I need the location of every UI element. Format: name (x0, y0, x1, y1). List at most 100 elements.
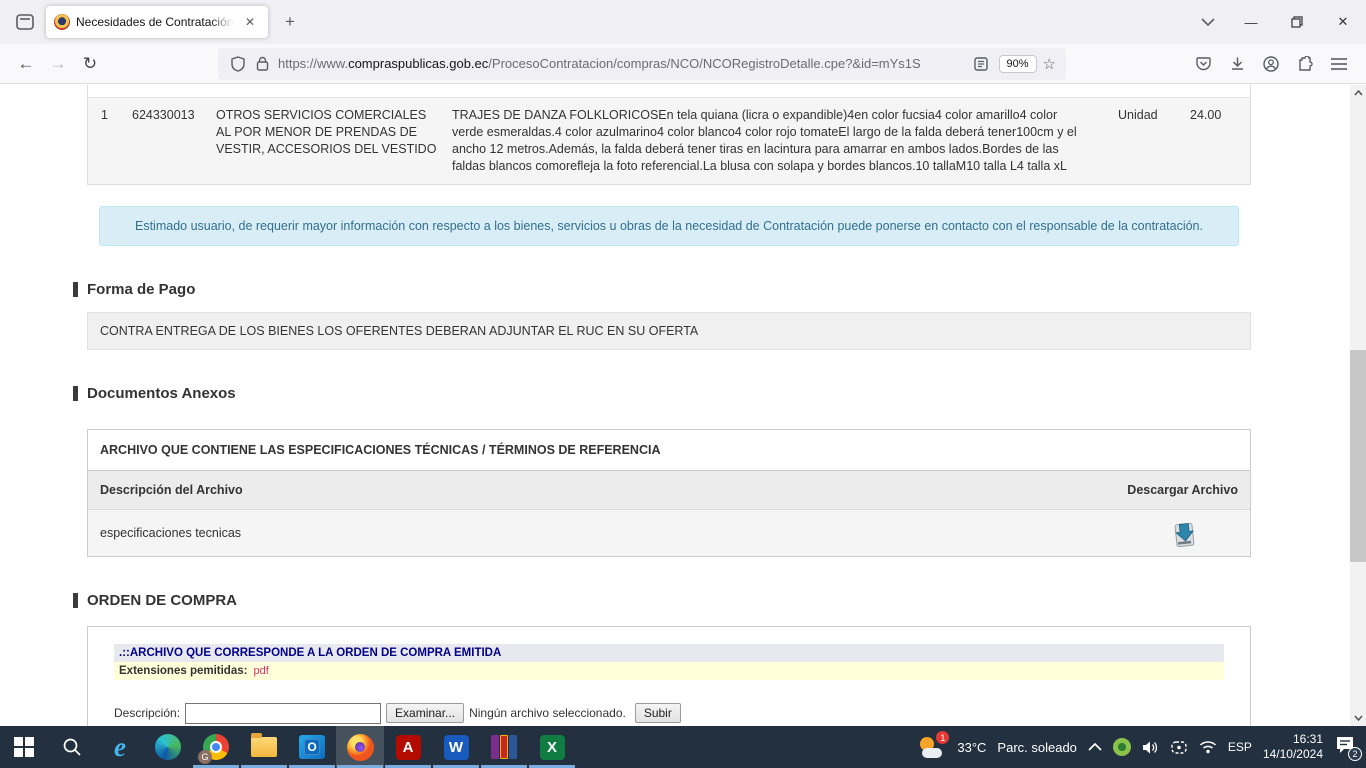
weather-badge: 1 (936, 731, 949, 744)
weather-icon[interactable]: 1 (918, 735, 946, 759)
docs-table-row: especificaciones tecnicas (88, 510, 1250, 556)
winrar-icon[interactable] (480, 726, 528, 768)
zoom-level-badge[interactable]: 90% (999, 55, 1037, 73)
docs-table-title: ARCHIVO QUE CONTIENE LAS ESPECIFICACIONE… (88, 430, 1250, 471)
docs-table-header: Descripción del Archivo Descargar Archiv… (88, 471, 1250, 510)
firefox-icon[interactable] (336, 726, 384, 768)
scrollbar-thumb[interactable] (1350, 350, 1366, 562)
section-title-documentos-anexos: Documentos Anexos (87, 385, 236, 402)
acrobat-icon[interactable]: A (384, 726, 432, 768)
meet-now-icon[interactable] (1170, 740, 1188, 755)
weather-condition-text[interactable]: Parc. soleado (997, 740, 1077, 755)
forma-de-pago-header: Forma de Pago (87, 281, 1251, 298)
firefox-view-button[interactable] (8, 8, 42, 36)
action-center-icon[interactable]: 2 (1334, 735, 1358, 759)
item-unit: Unidad (1112, 98, 1184, 184)
word-icon[interactable]: W (432, 726, 480, 768)
menu-hamburger-icon[interactable] (1322, 49, 1356, 79)
item-description: TRAJES DE DANZA FOLKLORICOSEn tela quian… (446, 98, 1112, 184)
url-path: /ProcesoContratacion/compras/NCO/NCORegi… (488, 56, 920, 71)
scroll-up-icon[interactable] (1350, 85, 1366, 101)
tab-title: Necesidades de Contratación y (76, 15, 234, 29)
taskbar: e G O A W X (0, 726, 1366, 768)
page-content: 1 624330013 OTROS SERVICIOS COMERCIALES … (0, 85, 1366, 726)
account-icon[interactable] (1254, 49, 1288, 79)
item-quantity: 24.00 (1184, 98, 1250, 184)
browser-toolbar: ← → ↻ https://www.compraspublicas.gob.ec… (0, 44, 1366, 84)
section-bar (73, 593, 78, 608)
volume-icon[interactable] (1142, 740, 1159, 755)
date-text: 14/10/2024 (1263, 747, 1323, 762)
reader-mode-icon[interactable] (969, 57, 993, 71)
clock[interactable]: 16:31 14/10/2024 (1263, 732, 1323, 762)
browser-tab[interactable]: Necesidades de Contratación y ✕ (46, 6, 268, 38)
description-input[interactable] (185, 703, 381, 724)
edge-icon[interactable] (144, 726, 192, 768)
screen: Necesidades de Contratación y ✕ + — ✕ ← … (0, 0, 1366, 768)
item-code: 624330013 (126, 98, 210, 184)
file-explorer-icon[interactable] (240, 726, 288, 768)
antivirus-tray-icon[interactable] (1113, 738, 1131, 756)
documentos-anexos-table: ARCHIVO QUE CONTIENE LAS ESPECIFICACIONE… (87, 429, 1251, 557)
file-description: especificaciones tecnicas (100, 526, 241, 540)
col-descripcion-del-archivo: Descripción del Archivo (100, 483, 243, 497)
reload-icon[interactable]: ↻ (74, 49, 106, 79)
list-tabs-chevron-icon[interactable] (1188, 18, 1228, 26)
shield-icon[interactable] (226, 56, 250, 72)
vertical-scrollbar[interactable] (1350, 85, 1366, 726)
extensions-band: Extensiones pemitidas: pdf (114, 662, 1224, 680)
chrome-icon[interactable]: G (192, 726, 240, 768)
system-tray: 1 33°C Parc. soleado ESP 16:31 14/10/202… (918, 726, 1366, 768)
section-bar (73, 282, 78, 297)
col-descargar-archivo: Descargar Archivo (1127, 483, 1238, 497)
taskbar-search-icon[interactable] (48, 726, 96, 768)
browser-titlebar: Necesidades de Contratación y ✕ + — ✕ (0, 0, 1366, 44)
excel-icon[interactable]: X (528, 726, 576, 768)
url-domain: compraspublicas.gob.ec (348, 56, 488, 71)
table-row: 1 624330013 OTROS SERVICIOS COMERCIALES … (88, 98, 1250, 184)
window-controls: — ✕ (1228, 0, 1366, 44)
restore-button[interactable] (1274, 0, 1320, 44)
upload-button[interactable]: Subir (635, 703, 681, 723)
chrome-profile-badge: G (198, 750, 212, 764)
section-title-orden-de-compra: ORDEN DE COMPRA (87, 592, 237, 609)
scroll-down-icon[interactable] (1350, 710, 1366, 726)
notification-count-badge: 2 (1348, 747, 1362, 761)
start-button[interactable] (0, 726, 48, 768)
lock-icon[interactable] (250, 56, 274, 71)
minimize-button[interactable]: — (1228, 0, 1274, 44)
section-bar (73, 386, 78, 401)
items-table: 1 624330013 OTROS SERVICIOS COMERCIALES … (87, 85, 1251, 185)
back-icon[interactable]: ← (10, 49, 42, 79)
tab-close-icon[interactable]: ✕ (240, 12, 260, 32)
bookmark-star-icon[interactable]: ☆ (1043, 55, 1056, 73)
downloads-icon[interactable] (1220, 49, 1254, 79)
extensions-label: Extensiones pemitidas: (119, 665, 247, 677)
language-indicator[interactable]: ESP (1228, 740, 1252, 754)
url-bar[interactable]: https://www.compraspublicas.gob.ec/Proce… (218, 48, 1066, 80)
browse-button[interactable]: Examinar... (386, 703, 464, 723)
wifi-icon[interactable] (1199, 740, 1217, 754)
items-table-header-partial (88, 85, 1250, 98)
pocket-icon[interactable] (1186, 49, 1220, 79)
close-button[interactable]: ✕ (1320, 0, 1366, 44)
internet-explorer-icon[interactable]: e (96, 726, 144, 768)
extensions-puzzle-icon[interactable] (1288, 49, 1322, 79)
section-title-forma-de-pago: Forma de Pago (87, 281, 195, 298)
toolbar-right-icons (1186, 49, 1356, 79)
tray-chevron-up-icon[interactable] (1088, 743, 1102, 751)
url-prefix: https://www. (278, 56, 348, 71)
url-text[interactable]: https://www.compraspublicas.gob.ec/Proce… (278, 56, 969, 71)
outlook-icon[interactable]: O (288, 726, 336, 768)
orden-de-compra-header: ORDEN DE COMPRA (87, 592, 1251, 609)
new-tab-button[interactable]: + (274, 8, 306, 36)
windows-logo-icon (14, 737, 34, 757)
orden-de-compra-panel: .::ARCHIVO QUE CORRESPONDE A LA ORDEN DE… (87, 626, 1251, 727)
download-file-icon[interactable] (1131, 518, 1238, 548)
extensions-value: pdf (253, 665, 268, 677)
temperature-text[interactable]: 33°C (957, 740, 986, 755)
documentos-anexos-header: Documentos Anexos (87, 385, 1251, 402)
forward-icon[interactable]: → (42, 49, 74, 79)
site-favicon (54, 14, 70, 30)
forma-de-pago-content: CONTRA ENTREGA DE LOS BIENES LOS OFERENT… (87, 312, 1251, 350)
